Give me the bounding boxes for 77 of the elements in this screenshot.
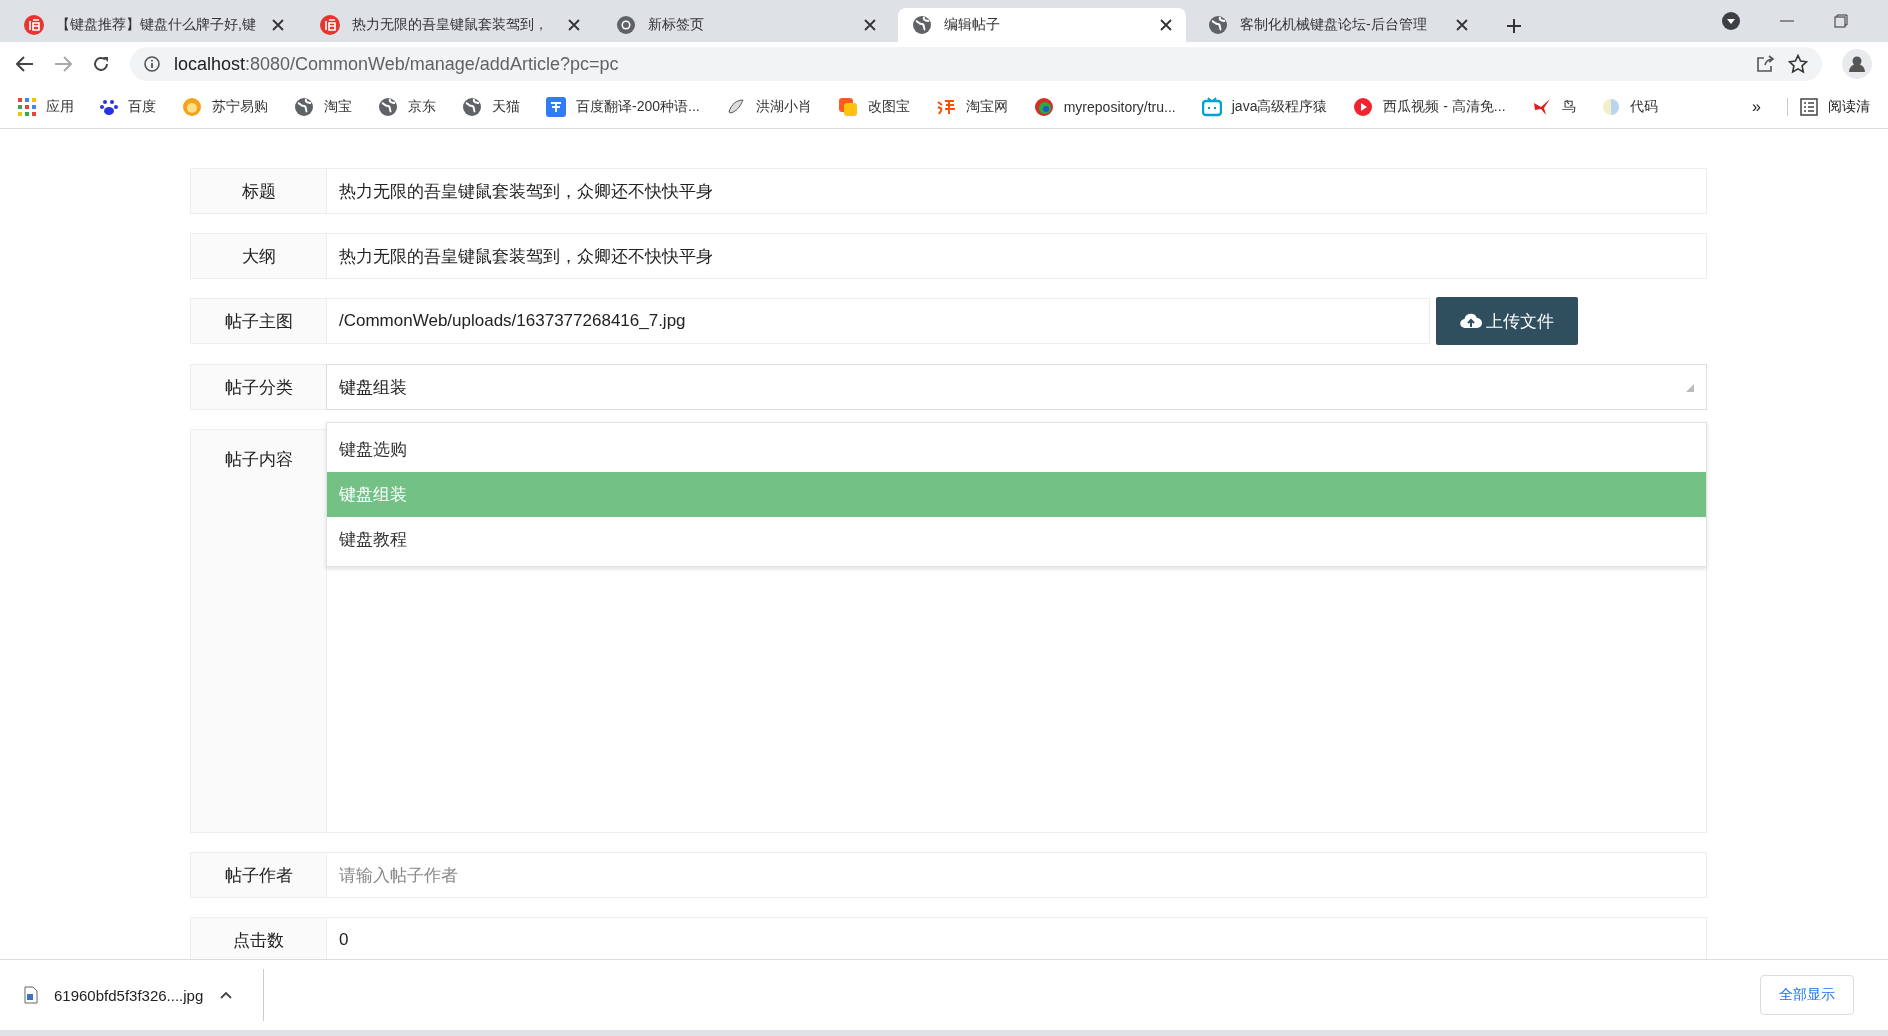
field-label: 点击数 — [190, 917, 326, 959]
browser-tab[interactable]: 新标签页 — [602, 8, 890, 42]
restore-icon[interactable] — [1834, 14, 1848, 28]
close-icon[interactable] — [864, 19, 876, 31]
reload-icon[interactable] — [92, 55, 110, 73]
cloud-upload-icon — [1460, 312, 1482, 330]
new-tab-icon[interactable] — [1506, 18, 1522, 34]
close-icon[interactable] — [272, 19, 284, 31]
field-label: 帖子内容 — [190, 429, 326, 833]
avatar-icon[interactable] — [1842, 49, 1872, 79]
input-field[interactable]: /CommonWeb/uploads/1637377268416_7.jpg — [326, 298, 1430, 344]
bookmark[interactable]: 应用 — [18, 98, 74, 116]
input-field[interactable]: 请输入帖子作者 — [326, 852, 1707, 898]
field-label: 大纲 — [190, 233, 326, 279]
share-icon[interactable] — [1756, 55, 1774, 73]
bookmark[interactable]: 西瓜视频 - 高清免... — [1353, 97, 1506, 117]
input-field[interactable]: 热力无限的吾皇键鼠套装驾到，众卿还不快快平身 — [326, 233, 1707, 279]
list-icon — [1800, 98, 1818, 116]
field-label: 帖子作者 — [190, 852, 326, 898]
info-icon[interactable] — [144, 56, 160, 72]
show-all-button[interactable]: 全部显示 — [1760, 975, 1854, 1015]
close-icon[interactable] — [1160, 19, 1172, 31]
browser-tab[interactable]: 编辑帖子 — [898, 8, 1186, 42]
select-field[interactable]: 键盘组装 — [326, 364, 1707, 410]
sun-face-icon — [182, 97, 202, 117]
globe-icon — [294, 97, 314, 117]
upload-button[interactable]: 上传文件 — [1436, 297, 1578, 345]
bookmark[interactable]: 京东 — [378, 97, 436, 117]
address-bar[interactable]: localhost:8080/CommonWeb/manage/addArticle?pc=pc — [130, 47, 1822, 81]
browser-tab[interactable]: 客制化机械键盘论坛-后台管理 — [1194, 8, 1482, 42]
dropdown-option[interactable]: 键盘选购 — [327, 427, 1706, 472]
paw-icon — [100, 98, 118, 116]
bookmark[interactable]: 淘宝网 — [935, 97, 1008, 117]
chrome-icon — [616, 15, 636, 35]
play-icon — [1353, 97, 1374, 117]
apps-grid-icon — [18, 98, 36, 116]
bookmark[interactable]: java高级程序猿 — [1201, 97, 1328, 117]
globe-icon — [1208, 15, 1228, 35]
browser-tab[interactable]: 【键盘推荐】键盘什么牌子好,键 — [10, 8, 298, 42]
bookmark[interactable]: 洪湖小肖 — [725, 97, 812, 117]
globe-icon — [462, 97, 482, 117]
bookmark[interactable]: 百度翻译-200种语... — [546, 97, 700, 117]
tao-icon — [935, 97, 956, 117]
input-field[interactable]: 热力无限的吾皇键鼠套装驾到，众卿还不快快平身 — [326, 168, 1707, 214]
globe-icon — [912, 15, 932, 35]
bookmark[interactable]: 代码 — [1601, 98, 1658, 116]
bookmark[interactable]: myrepository/tru... — [1033, 97, 1176, 117]
field-label: 标题 — [190, 168, 326, 214]
download-item[interactable]: 61960bfd5f3f326....jpg — [54, 986, 204, 1004]
field-label: 帖子主图 — [190, 298, 326, 344]
bookmark[interactable]: 淘宝 — [294, 97, 352, 117]
half-circle-icon — [1601, 98, 1620, 116]
bookmark[interactable]: 天猫 — [462, 97, 520, 117]
globe-icon — [378, 97, 398, 117]
browser-tab[interactable]: 热力无限的吾皇键鼠套装驾到， — [306, 8, 594, 42]
caret-icon[interactable] — [219, 990, 234, 1000]
close-icon[interactable] — [1456, 19, 1468, 31]
dropdown-option[interactable]: 键盘教程 — [327, 517, 1706, 562]
swirl-icon — [1033, 97, 1054, 117]
translate-icon — [546, 97, 566, 117]
tab-search-icon[interactable] — [1722, 12, 1740, 30]
more-bookmarks-button[interactable]: » — [1752, 98, 1761, 116]
tv-icon — [1201, 97, 1222, 117]
field-label: 帖子分类 — [190, 364, 326, 410]
favicon-icon — [320, 15, 340, 35]
back-icon[interactable] — [16, 55, 34, 73]
reading-list-button[interactable]: 阅读清 — [1787, 98, 1870, 116]
url-text: localhost:8080/CommonWeb/manage/addArticle?pc=pc — [174, 53, 619, 75]
favicon-icon — [24, 15, 44, 35]
close-icon[interactable] — [568, 19, 580, 31]
bookmark[interactable]: 百度 — [100, 98, 156, 116]
bookmark[interactable]: 鸟 — [1531, 97, 1576, 117]
bookmark[interactable]: 苏宁易购 — [182, 97, 268, 117]
file-icon — [24, 986, 38, 1004]
bookmark[interactable]: 改图宝 — [837, 97, 910, 117]
overlapping-squares-icon — [837, 97, 858, 117]
star-icon[interactable] — [1788, 54, 1808, 74]
